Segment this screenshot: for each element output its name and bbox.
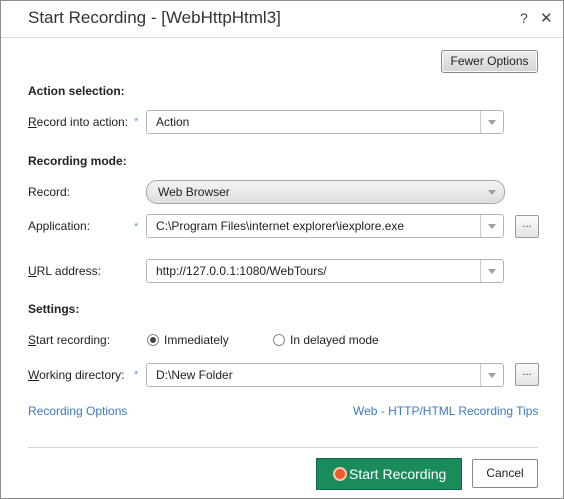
required-marker: * — [134, 116, 139, 128]
start-recording-button-label: Start Recording — [349, 466, 447, 482]
application-value: C:\Program Files\internet explorer\iexpl… — [156, 219, 405, 233]
chevron-down-icon[interactable] — [480, 364, 503, 386]
required-marker: * — [134, 369, 139, 381]
start-recording-dialog: Start Recording - [WebHttpHtml3] ? ✕ Few… — [0, 0, 564, 499]
url-address-combo[interactable]: http://127.0.0.1:1080/WebTours/ — [146, 259, 504, 283]
record-label: Record: — [28, 185, 71, 199]
dialog-title: Start Recording - [WebHttpHtml3] — [28, 8, 281, 27]
help-icon[interactable]: ? — [520, 10, 528, 26]
browse-application-button[interactable]: ... — [515, 215, 539, 238]
chevron-down-icon[interactable] — [480, 111, 503, 133]
start-recording-button[interactable]: Start Recording — [316, 458, 462, 490]
working-directory-value: D:\New Folder — [156, 368, 233, 382]
recording-options-link[interactable]: Recording Options — [28, 404, 127, 418]
url-address-value: http://127.0.0.1:1080/WebTours/ — [156, 264, 327, 278]
browse-working-directory-button[interactable]: ... — [515, 363, 539, 386]
action-selection-heading: Action selection: — [28, 84, 125, 98]
immediately-radio[interactable] — [147, 334, 159, 346]
working-directory-label: Working directory: — [28, 368, 125, 382]
fewer-options-button[interactable]: Fewer Options — [441, 50, 538, 73]
record-icon — [333, 467, 347, 481]
settings-heading: Settings: — [28, 302, 80, 316]
recording-tips-link[interactable]: Web - HTTP/HTML Recording Tips — [353, 404, 538, 418]
chevron-down-icon[interactable] — [480, 215, 503, 237]
footer-divider — [28, 447, 538, 448]
start-recording-label: Start recording: — [28, 333, 111, 347]
required-marker: * — [134, 221, 139, 233]
working-directory-combo[interactable]: D:\New Folder — [146, 363, 504, 387]
delayed-mode-radio[interactable] — [273, 334, 285, 346]
delayed-mode-radio-label[interactable]: In delayed mode — [290, 333, 379, 347]
application-label: Application: — [28, 219, 91, 233]
record-type-value: Web Browser — [158, 185, 230, 199]
chevron-down-icon — [488, 190, 496, 195]
immediately-radio-label[interactable]: Immediately — [164, 333, 229, 347]
close-icon[interactable]: ✕ — [540, 9, 553, 27]
cancel-button[interactable]: Cancel — [472, 459, 538, 488]
title-bar: Start Recording - [WebHttpHtml3] ? ✕ — [1, 1, 563, 38]
record-into-action-label: Record into action: — [28, 115, 129, 129]
record-into-action-combo[interactable]: Action — [146, 110, 504, 134]
url-address-label: URL address: — [28, 264, 101, 278]
recording-mode-heading: Recording mode: — [28, 154, 127, 168]
application-combo[interactable]: C:\Program Files\internet explorer\iexpl… — [146, 214, 504, 238]
record-into-action-value: Action — [156, 115, 190, 129]
chevron-down-icon[interactable] — [480, 260, 503, 282]
record-type-select[interactable]: Web Browser — [146, 180, 505, 204]
